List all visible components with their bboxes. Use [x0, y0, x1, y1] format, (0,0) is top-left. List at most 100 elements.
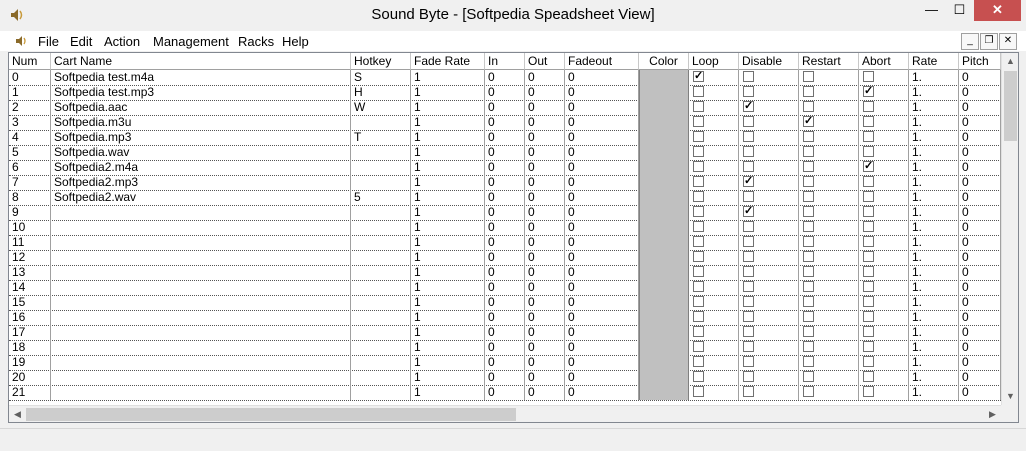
column-header-pitch[interactable]: Pitch — [959, 53, 1001, 70]
spreadsheet-grid[interactable]: Num Cart Name Hotkey Fade Rate In Out Fadeout C… — [8, 52, 1019, 423]
fadeout-cell[interactable]: 0 — [565, 100, 639, 115]
restart-cell[interactable] — [799, 85, 859, 100]
vertical-scrollbar[interactable]: ▲ ▼ — [1001, 53, 1018, 405]
table-row[interactable]: 9 1 0 0 0 ✓ 1. 0 — [9, 205, 1001, 221]
disable-checkbox[interactable]: ✓ — [743, 206, 754, 217]
out-cell[interactable]: 0 — [525, 355, 565, 370]
horizontal-scroll-thumb[interactable] — [26, 408, 516, 421]
loop-checkbox[interactable] — [693, 311, 704, 322]
disable-cell[interactable] — [739, 145, 799, 160]
name-cell[interactable]: Softpedia.m3u — [51, 115, 351, 130]
table-row[interactable]: 1 Softpedia test.mp3 H 1 0 0 0 ✓ 1. 0 — [9, 85, 1001, 101]
disable-checkbox[interactable] — [743, 131, 754, 142]
scroll-up-icon[interactable]: ▲ — [1002, 53, 1018, 70]
disable-checkbox[interactable] — [743, 86, 754, 97]
restart-cell[interactable] — [799, 265, 859, 280]
abort-cell[interactable] — [859, 130, 909, 145]
loop-cell[interactable] — [689, 130, 739, 145]
abort-checkbox[interactable] — [863, 236, 874, 247]
name-cell[interactable]: Softpedia test.mp3 — [51, 85, 351, 100]
num-cell[interactable]: 8 — [9, 190, 51, 205]
loop-checkbox[interactable] — [693, 266, 704, 277]
num-cell[interactable]: 2 — [9, 100, 51, 115]
disable-cell[interactable] — [739, 235, 799, 250]
restart-cell[interactable] — [799, 220, 859, 235]
color-cell[interactable] — [639, 310, 689, 325]
hotkey-cell[interactable] — [351, 280, 411, 295]
abort-checkbox[interactable] — [863, 71, 874, 82]
restart-cell[interactable] — [799, 205, 859, 220]
restart-checkbox[interactable] — [803, 86, 814, 97]
fade-cell[interactable]: 1 — [411, 340, 485, 355]
restart-checkbox[interactable] — [803, 191, 814, 202]
disable-cell[interactable] — [739, 295, 799, 310]
hotkey-cell[interactable] — [351, 355, 411, 370]
in-cell[interactable]: 0 — [485, 85, 525, 100]
restart-checkbox[interactable] — [803, 326, 814, 337]
minimize-button[interactable]: — — [918, 0, 945, 21]
out-cell[interactable]: 0 — [525, 325, 565, 340]
disable-checkbox[interactable] — [743, 386, 754, 397]
loop-cell[interactable] — [689, 235, 739, 250]
in-cell[interactable]: 0 — [485, 340, 525, 355]
rate-cell[interactable]: 1. — [909, 295, 959, 310]
restart-checkbox[interactable] — [803, 386, 814, 397]
color-cell[interactable] — [639, 385, 689, 400]
fadeout-cell[interactable]: 0 — [565, 295, 639, 310]
scroll-down-icon[interactable]: ▼ — [1002, 388, 1018, 405]
loop-cell[interactable] — [689, 175, 739, 190]
disable-cell[interactable] — [739, 385, 799, 400]
name-cell[interactable] — [51, 250, 351, 265]
table-row[interactable]: 10 1 0 0 0 1. 0 — [9, 220, 1001, 236]
fadeout-cell[interactable]: 0 — [565, 130, 639, 145]
in-cell[interactable]: 0 — [485, 160, 525, 175]
loop-checkbox[interactable] — [693, 221, 704, 232]
disable-cell[interactable] — [739, 355, 799, 370]
pitch-cell[interactable]: 0 — [959, 310, 1001, 325]
color-cell[interactable] — [639, 340, 689, 355]
out-cell[interactable]: 0 — [525, 265, 565, 280]
loop-cell[interactable] — [689, 340, 739, 355]
disable-checkbox[interactable] — [743, 296, 754, 307]
disable-cell[interactable] — [739, 115, 799, 130]
abort-checkbox[interactable] — [863, 296, 874, 307]
pitch-cell[interactable]: 0 — [959, 295, 1001, 310]
pitch-cell[interactable]: 0 — [959, 205, 1001, 220]
in-cell[interactable]: 0 — [485, 175, 525, 190]
hotkey-cell[interactable]: H — [351, 85, 411, 100]
num-cell[interactable]: 5 — [9, 145, 51, 160]
color-cell[interactable] — [639, 250, 689, 265]
restart-checkbox[interactable] — [803, 236, 814, 247]
hotkey-cell[interactable] — [351, 205, 411, 220]
loop-checkbox[interactable] — [693, 356, 704, 367]
table-row[interactable]: 2 Softpedia.aac W 1 0 0 0 ✓ 1. 0 — [9, 100, 1001, 116]
loop-checkbox[interactable] — [693, 101, 704, 112]
pitch-cell[interactable]: 0 — [959, 385, 1001, 400]
loop-checkbox[interactable] — [693, 341, 704, 352]
mdi-minimize-button[interactable]: _ — [961, 33, 979, 50]
disable-cell[interactable]: ✓ — [739, 205, 799, 220]
hotkey-cell[interactable] — [351, 250, 411, 265]
fadeout-cell[interactable]: 0 — [565, 340, 639, 355]
column-header-abort[interactable]: Abort — [859, 53, 909, 70]
fadeout-cell[interactable]: 0 — [565, 355, 639, 370]
table-row[interactable]: 14 1 0 0 0 1. 0 — [9, 280, 1001, 296]
fade-cell[interactable]: 1 — [411, 190, 485, 205]
loop-cell[interactable] — [689, 325, 739, 340]
column-header-fadeout[interactable]: Fadeout — [565, 53, 639, 70]
pitch-cell[interactable]: 0 — [959, 355, 1001, 370]
abort-checkbox[interactable] — [863, 341, 874, 352]
fadeout-cell[interactable]: 0 — [565, 310, 639, 325]
loop-checkbox[interactable] — [693, 86, 704, 97]
abort-checkbox[interactable] — [863, 116, 874, 127]
abort-checkbox[interactable] — [863, 356, 874, 367]
table-row[interactable]: 7 Softpedia2.mp3 1 0 0 0 ✓ 1. 0 — [9, 175, 1001, 191]
num-cell[interactable]: 13 — [9, 265, 51, 280]
num-cell[interactable]: 7 — [9, 175, 51, 190]
hotkey-cell[interactable] — [351, 220, 411, 235]
disable-cell[interactable]: ✓ — [739, 175, 799, 190]
abort-checkbox[interactable] — [863, 176, 874, 187]
pitch-cell[interactable]: 0 — [959, 250, 1001, 265]
fadeout-cell[interactable]: 0 — [565, 250, 639, 265]
close-button[interactable]: ✕ — [974, 0, 1021, 21]
